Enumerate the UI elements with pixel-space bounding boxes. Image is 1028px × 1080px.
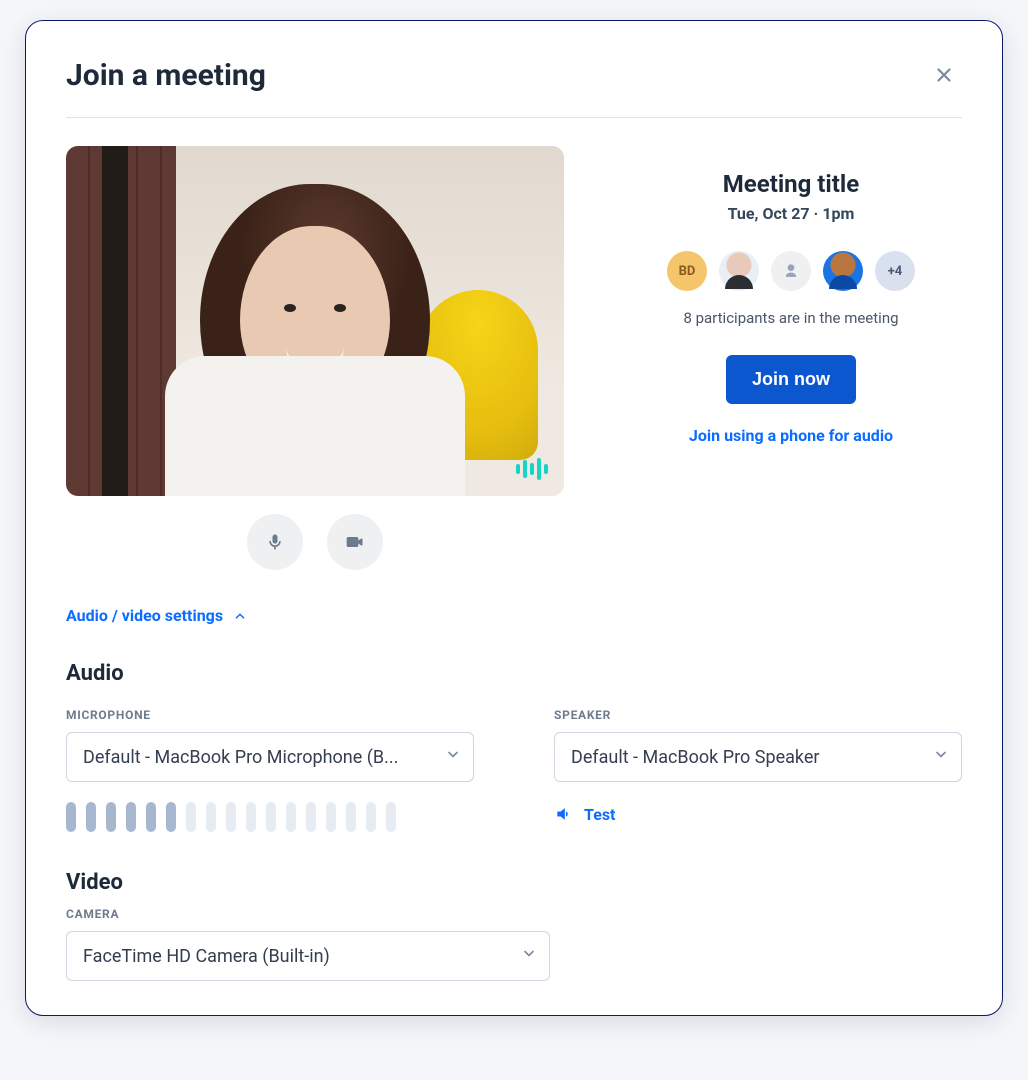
avatar-initials[interactable]: BD [667, 251, 707, 291]
participant-count-text: 8 participants are in the meeting [683, 309, 898, 327]
microphone-label: MICROPHONE [66, 708, 474, 722]
chevron-down-icon [521, 946, 537, 962]
speaker-icon [554, 804, 574, 824]
chevron-up-icon [233, 609, 247, 623]
speaker-test-label: Test [584, 805, 615, 824]
speaker-block: SPEAKER Default - MacBook Pro Speaker Te… [554, 696, 962, 824]
speaker-select[interactable]: Default - MacBook Pro Speaker [554, 732, 962, 782]
camera-preview [66, 146, 564, 496]
microphone-select[interactable]: Default - MacBook Pro Microphone (B... [66, 732, 474, 782]
preview-column [66, 146, 564, 570]
meeting-info: Meeting title Tue, Oct 27 · 1pm BD +4 8 … [620, 146, 962, 570]
camera-value: FaceTime HD Camera (Built-in) [83, 946, 330, 967]
speaker-value: Default - MacBook Pro Speaker [571, 747, 820, 768]
microphone-value: Default - MacBook Pro Microphone (B... [83, 747, 398, 768]
camera-select[interactable]: FaceTime HD Camera (Built-in) [66, 931, 550, 981]
video-section: Video CAMERA FaceTime HD Camera (Built-i… [66, 870, 962, 981]
av-settings-toggle[interactable]: Audio / video settings [66, 606, 962, 625]
camera-toggle[interactable] [327, 514, 383, 570]
voice-activity-icon [516, 458, 548, 480]
avatar-anonymous[interactable] [771, 251, 811, 291]
speaker-test-button[interactable]: Test [554, 804, 962, 824]
meeting-title: Meeting title [723, 170, 859, 198]
dialog-title: Join a meeting [66, 58, 266, 93]
participant-avatars: BD +4 [667, 251, 915, 291]
close-button[interactable] [926, 57, 962, 93]
av-settings-toggle-label: Audio / video settings [66, 606, 223, 625]
close-icon [933, 64, 955, 86]
audio-heading: Audio [66, 661, 962, 686]
video-heading: Video [66, 870, 962, 895]
person-icon [781, 261, 801, 281]
microphone-toggle[interactable] [247, 514, 303, 570]
microphone-level-meter [66, 802, 474, 832]
meeting-datetime: Tue, Oct 27 · 1pm [728, 204, 855, 223]
microphone-block: MICROPHONE Default - MacBook Pro Microph… [66, 696, 474, 832]
chevron-down-icon [933, 747, 949, 763]
avatar[interactable] [823, 251, 863, 291]
join-by-phone-link[interactable]: Join using a phone for audio [689, 426, 893, 445]
audio-section: Audio MICROPHONE Default - MacBook Pro M… [66, 661, 962, 832]
camera-icon [345, 532, 365, 552]
speaker-label: SPEAKER [554, 708, 962, 722]
camera-label: CAMERA [66, 907, 962, 921]
chevron-down-icon [445, 747, 461, 763]
avatar-more[interactable]: +4 [875, 251, 915, 291]
top-row: Meeting title Tue, Oct 27 · 1pm BD +4 8 … [66, 146, 962, 570]
dialog-header: Join a meeting [66, 57, 962, 93]
microphone-icon [265, 532, 285, 552]
join-meeting-dialog: Join a meeting [25, 20, 1003, 1016]
divider [66, 117, 962, 118]
join-now-button[interactable]: Join now [726, 355, 856, 404]
avatar[interactable] [719, 251, 759, 291]
av-toggle-row [66, 514, 564, 570]
